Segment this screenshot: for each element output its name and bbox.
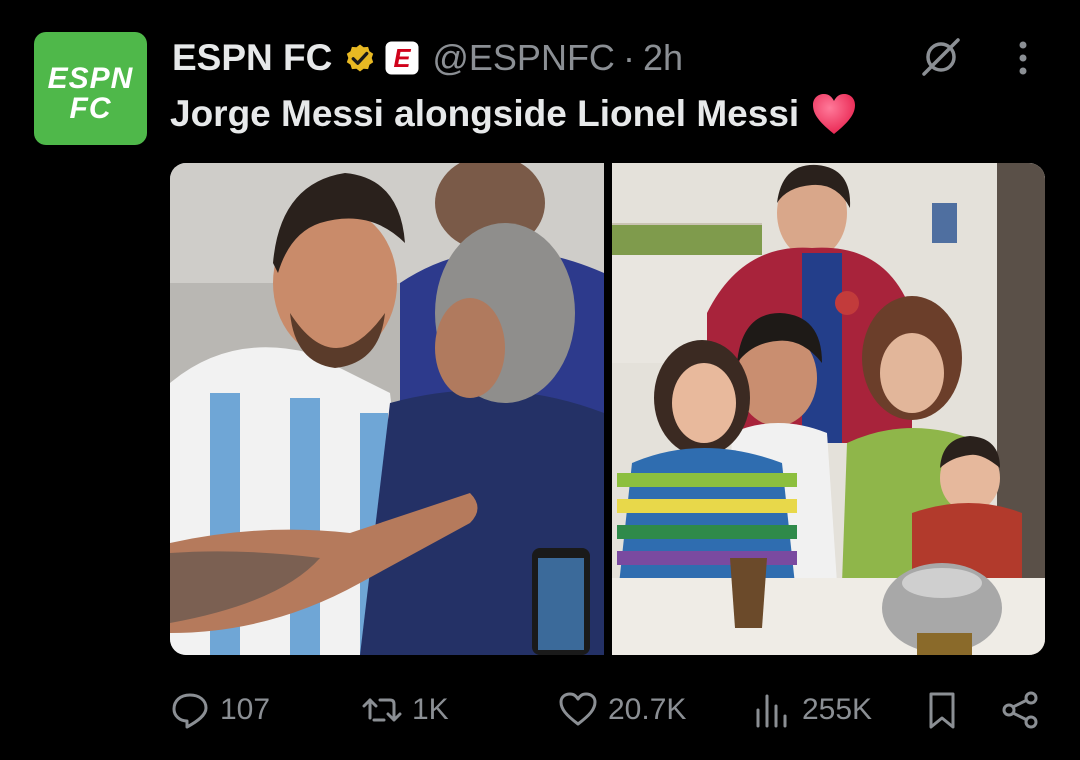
views-count: 255K: [802, 693, 873, 726]
like-count: 20.7K: [608, 693, 687, 726]
more-options-icon[interactable]: [1008, 38, 1038, 78]
avatar-logo-espn: ESPN: [47, 62, 134, 95]
grok-icon[interactable]: [918, 34, 964, 80]
share-icon: [1002, 691, 1038, 729]
espn-badge-letter: E: [394, 45, 412, 73]
account-name[interactable]: ESPN FC: [172, 37, 332, 79]
messi-family-illustration: [612, 163, 1045, 655]
bookmark-icon: [929, 692, 955, 729]
media-grid: [170, 163, 1045, 655]
messi-hugging-father-photo[interactable]: [170, 163, 604, 655]
retweet-icon: [362, 698, 402, 722]
reply-button[interactable]: 107: [170, 684, 270, 736]
bookmark-button[interactable]: [922, 684, 962, 736]
messi-hugging-father-illustration: [170, 163, 604, 655]
espn-affiliate-badge-icon[interactable]: E: [384, 40, 420, 76]
account-handle[interactable]: @ESPNFC: [432, 37, 615, 79]
tweet-text: Jorge Messi alongside Lionel Messi: [170, 92, 857, 136]
tweet-action-bar: 107 1K 20.7K 255K: [170, 684, 1040, 736]
messi-family-photo[interactable]: [612, 163, 1045, 655]
share-button[interactable]: [1000, 684, 1040, 736]
tweet-header: ESPN FC E @ESPNFC · 2h: [172, 34, 683, 82]
retweet-count: 1K: [412, 693, 449, 726]
retweet-button[interactable]: 1K: [362, 684, 449, 736]
verified-badge-icon[interactable]: [342, 40, 378, 76]
avatar-logo-fc: FC: [69, 92, 112, 125]
heart-icon: [559, 692, 597, 726]
espnfc-avatar[interactable]: ESPN FC: [34, 32, 147, 145]
views-button[interactable]: 255K: [752, 684, 872, 736]
views-bar-chart-icon: [756, 694, 787, 728]
red-heart-emoji-icon: [813, 94, 856, 134]
separator-dot: ·: [622, 37, 635, 78]
like-button[interactable]: 20.7K: [558, 684, 686, 736]
reply-count: 107: [220, 693, 271, 726]
tweet-body: Jorge Messi alongside Lionel Messi: [170, 93, 800, 134]
timestamp[interactable]: 2h: [643, 37, 683, 79]
reply-icon: [172, 693, 208, 729]
